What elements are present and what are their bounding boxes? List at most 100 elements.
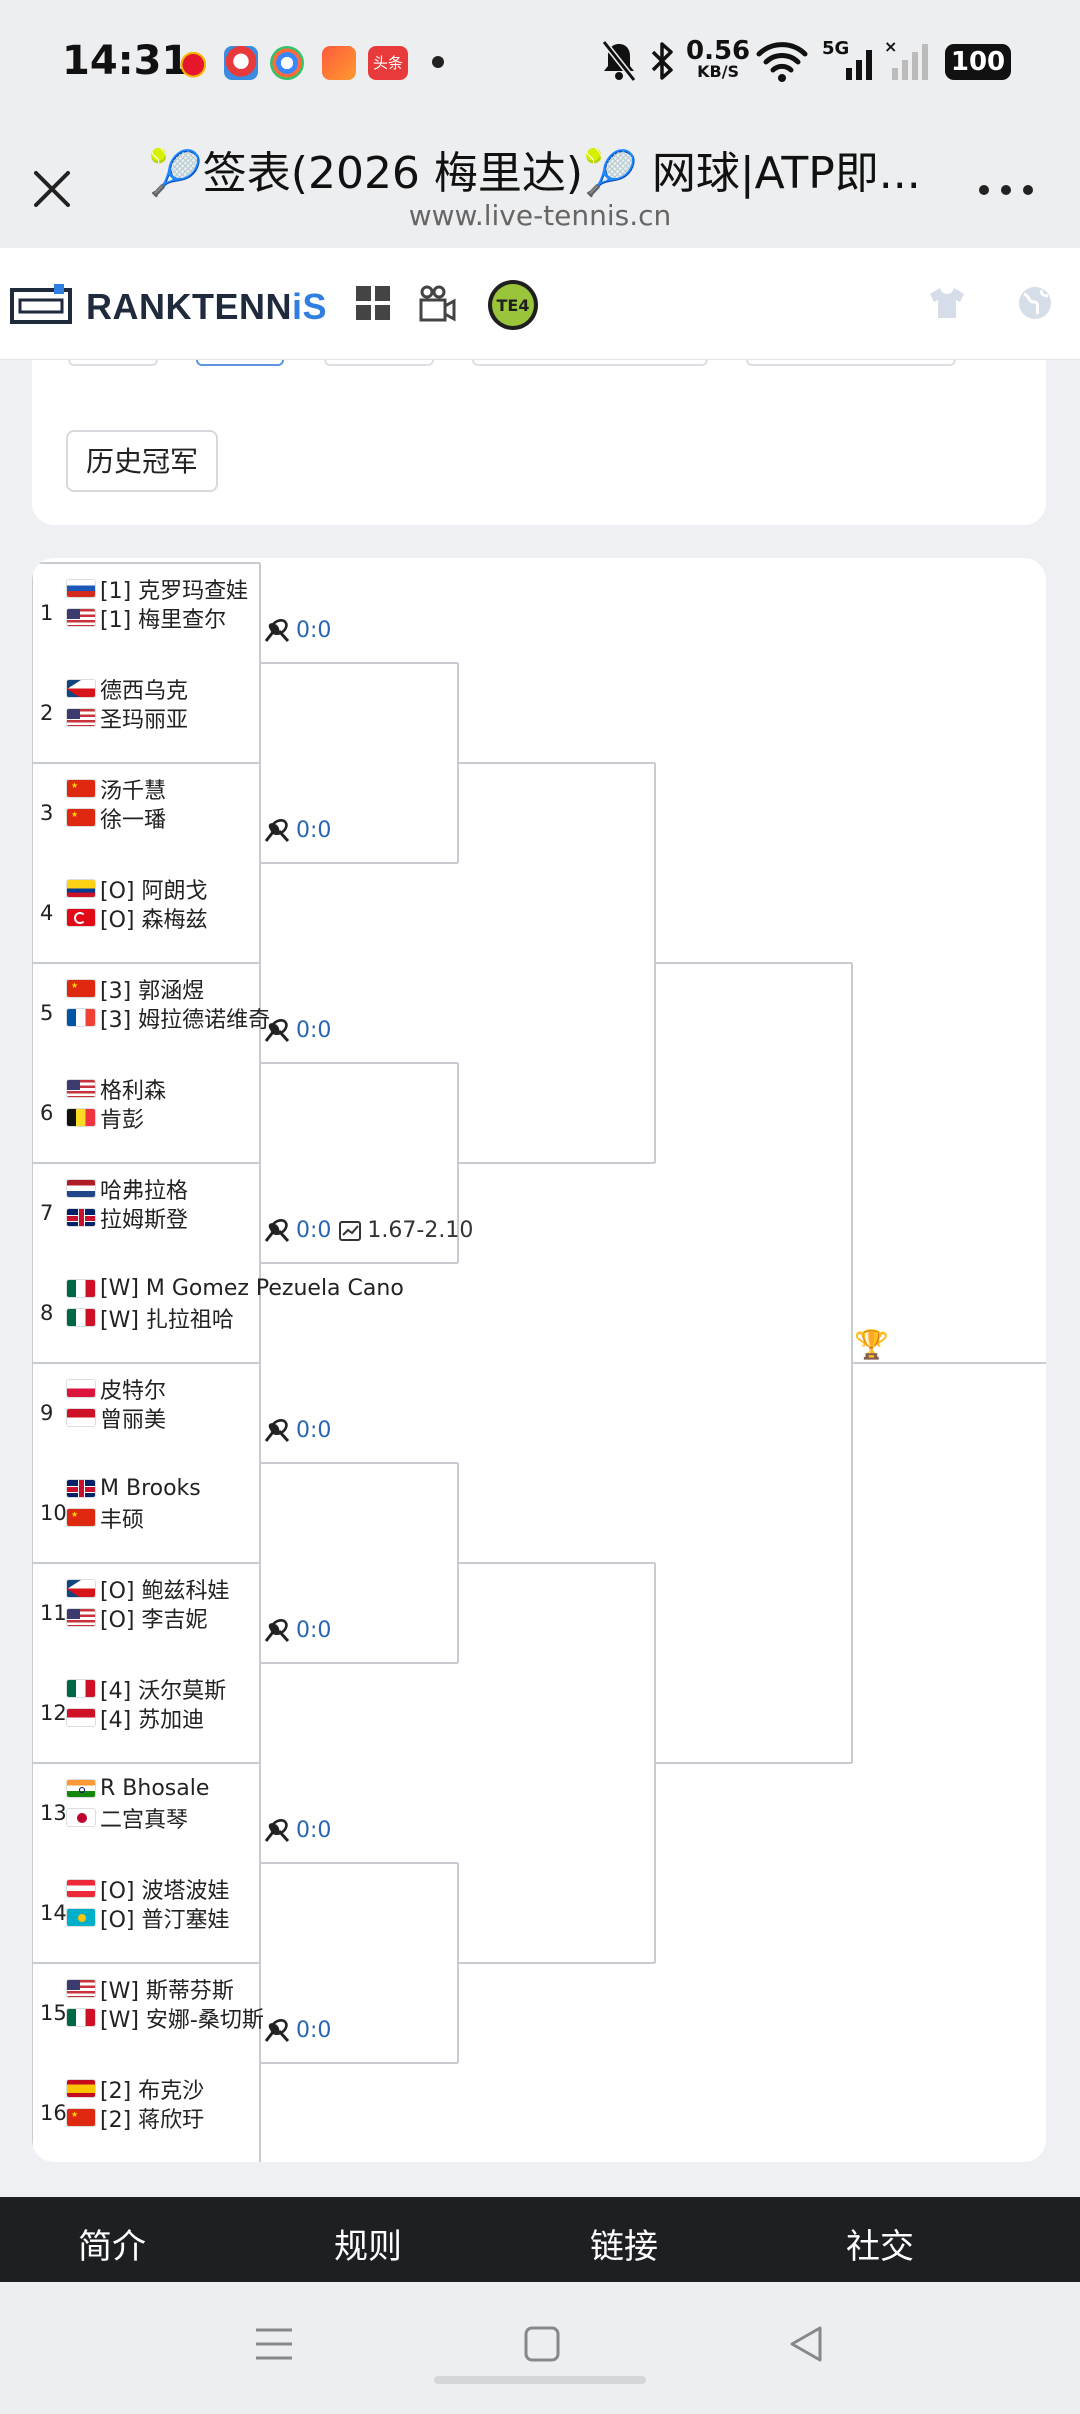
footer-rules-link[interactable]: 规则 — [334, 2219, 402, 2268]
shirt-icon[interactable] — [928, 284, 966, 322]
match-score[interactable]: 0:0 — [264, 2018, 331, 2043]
footer-intro-link[interactable]: 简介 — [78, 2219, 146, 2268]
globe-icon[interactable] — [1016, 284, 1054, 322]
player-row[interactable]: 格利森 — [66, 1074, 166, 1104]
weibo-app-icon — [178, 46, 212, 80]
player-name: 汤千慧 — [100, 778, 167, 804]
tab-stub[interactable] — [746, 360, 956, 366]
player-row[interactable]: [1] 梅里查尔 — [66, 603, 226, 633]
player-name: M Brooks — [100, 1476, 201, 1501]
tab-stub[interactable] — [68, 360, 158, 366]
player-row[interactable]: ★ [2] 蒋欣玗 — [66, 2103, 204, 2133]
flag-cz-icon — [66, 679, 96, 698]
player-row[interactable]: [W] 扎拉祖哈 — [66, 1303, 234, 1333]
site-navbar: RANKTENNiS TE4 — [0, 248, 1080, 360]
player-name: [2] 布克沙 — [100, 2078, 205, 2104]
tab-stub-active[interactable] — [196, 360, 284, 366]
player-row[interactable]: 拉姆斯登 — [66, 1203, 188, 1233]
tab-stub[interactable] — [472, 360, 708, 366]
slot-number: 12 — [40, 1701, 67, 1725]
bracket-slot[interactable]: 9 皮特尔 曾丽美 — [32, 1363, 260, 1463]
player-row[interactable]: [O] 普汀塞娃 — [66, 1903, 229, 1933]
player-row[interactable]: [3] 姆拉德诺维奇 — [66, 1003, 270, 1033]
player-name: [4] 沃尔莫斯 — [100, 1678, 227, 1704]
menu-icon[interactable] — [254, 2324, 294, 2364]
bracket-slot[interactable]: 13 R Bhosale 二宫真琴 — [32, 1763, 260, 1863]
bracket-slot[interactable]: 15 [W] 斯蒂芬斯 [W] 安娜-桑切斯 — [32, 1963, 264, 2063]
player-name: [W] 安娜-桑切斯 — [100, 2007, 264, 2033]
player-row[interactable]: 圣玛丽亚 — [66, 703, 188, 733]
tennis-racket-icon — [264, 1418, 290, 1443]
player-row[interactable]: [O] 阿朗戈 — [66, 874, 207, 904]
bracket-slot[interactable]: 4 [O] 阿朗戈 [O] 森梅兹 — [32, 863, 260, 963]
player-row[interactable]: ★ 徐一璠 — [66, 803, 166, 833]
player-row[interactable]: [O] 李吉妮 — [66, 1603, 207, 1633]
player-row[interactable]: ★ 丰硕 — [66, 1503, 144, 1533]
player-row[interactable]: [2] 布克沙 — [66, 2074, 205, 2104]
bracket-slot[interactable]: 16 [2] 布克沙 ★ [2] 蒋欣玗 — [32, 2063, 260, 2162]
odds-info[interactable]: 1.67-2.10 — [339, 1218, 473, 1243]
grid-menu-icon[interactable] — [354, 284, 392, 322]
slot-number: 11 — [40, 1601, 67, 1625]
back-icon[interactable] — [786, 2324, 826, 2364]
player-row[interactable]: R Bhosale — [66, 1774, 209, 1803]
player-row[interactable]: [W] 安娜-桑切斯 — [66, 2003, 264, 2033]
bracket-slot[interactable]: 6 格利森 肯彭 — [32, 1063, 260, 1163]
match-score[interactable]: 0:0 — [264, 1018, 331, 1043]
player-row[interactable]: [W] M Gomez Pezuela Cano — [66, 1274, 404, 1303]
player-row[interactable]: 哈弗拉格 — [66, 1174, 188, 1204]
ranktennis-logo[interactable]: RANKTENNiS — [86, 286, 327, 328]
player-name: [W] 斯蒂芬斯 — [100, 1978, 234, 2004]
player-row[interactable]: ★ [3] 郭涵煜 — [66, 974, 204, 1004]
bracket-slot[interactable]: 12 [4] 沃尔莫斯 [4] 苏加迪 — [32, 1663, 260, 1763]
score-text: 0:0 — [296, 1818, 332, 1843]
match-score[interactable]: 0:0 — [264, 618, 331, 643]
bracket-slot[interactable]: 1 [1] 克罗玛查娃 [1] 梅里查尔 — [32, 563, 260, 663]
flag-tr-icon — [66, 908, 96, 927]
match-score[interactable]: 0:0 — [264, 1818, 331, 1843]
player-row[interactable]: ★ 汤千慧 — [66, 774, 167, 804]
more-menu-icon[interactable] — [976, 180, 1036, 200]
tab-stub[interactable] — [324, 360, 434, 366]
bracket-slot[interactable]: 8 [W] M Gomez Pezuela Cano [W] 扎拉祖哈 — [32, 1263, 404, 1363]
slot-number: 10 — [40, 1501, 67, 1525]
player-row[interactable]: [1] 克罗玛查娃 — [66, 574, 248, 604]
video-camera-icon[interactable] — [418, 284, 458, 324]
player-row[interactable]: 皮特尔 — [66, 1374, 166, 1404]
bracket-slot[interactable]: 2 德西乌克 圣玛丽亚 — [32, 663, 260, 763]
status-bar: 14:31 头条 0.56 KB/S 5G × 100 — [0, 0, 1080, 125]
flag-cn-icon: ★ — [66, 779, 96, 798]
player-row[interactable]: 肯彭 — [66, 1103, 144, 1133]
player-row[interactable]: [W] 斯蒂芬斯 — [66, 1974, 234, 2004]
footer-social-link[interactable]: 社交 — [846, 2219, 914, 2268]
match-score[interactable]: 0:0 1.67-2.10 — [264, 1218, 473, 1243]
player-row[interactable]: [O] 森梅兹 — [66, 903, 207, 933]
player-name: [4] 苏加迪 — [100, 1707, 205, 1733]
tennis-racket-icon — [264, 1818, 290, 1843]
home-icon[interactable] — [522, 2324, 562, 2364]
ranktennis-logo-icon[interactable] — [10, 284, 72, 326]
player-row[interactable]: 曾丽美 — [66, 1403, 166, 1433]
player-row[interactable]: [O] 鲍兹科娃 — [66, 1574, 229, 1604]
match-score[interactable]: 0:0 — [264, 1618, 331, 1643]
player-row[interactable]: 德西乌克 — [66, 674, 188, 704]
bracket-slot[interactable]: 7 哈弗拉格 拉姆斯登 — [32, 1163, 260, 1263]
player-row[interactable]: 二宫真琴 — [66, 1803, 188, 1833]
bracket-slot[interactable]: 5 ★ [3] 郭涵煜 [3] 姆拉德诺维奇 — [32, 963, 270, 1063]
player-row[interactable]: [O] 波塔波娃 — [66, 1874, 229, 1904]
footer-links-link[interactable]: 链接 — [590, 2219, 658, 2268]
player-row[interactable]: M Brooks — [66, 1474, 201, 1503]
te4-badge-icon[interactable]: TE4 — [486, 278, 540, 332]
signal-icon — [846, 50, 872, 80]
match-score[interactable]: 0:0 — [264, 1418, 331, 1443]
flag-es-icon — [66, 2079, 96, 2098]
bracket-slot[interactable]: 10 M Brooks ★ 丰硕 — [32, 1463, 260, 1563]
bracket-slot[interactable]: 3 ★ 汤千慧 ★ 徐一璠 — [32, 763, 260, 863]
flag-mx-icon — [66, 1679, 96, 1698]
history-champions-button[interactable]: 历史冠军 — [66, 430, 219, 492]
player-row[interactable]: [4] 苏加迪 — [66, 1703, 205, 1733]
match-score[interactable]: 0:0 — [264, 818, 331, 843]
player-row[interactable]: [4] 沃尔莫斯 — [66, 1674, 227, 1704]
bracket-slot[interactable]: 14 [O] 波塔波娃 [O] 普汀塞娃 — [32, 1863, 260, 1963]
bracket-slot[interactable]: 11 [O] 鲍兹科娃 [O] 李吉妮 — [32, 1563, 260, 1663]
